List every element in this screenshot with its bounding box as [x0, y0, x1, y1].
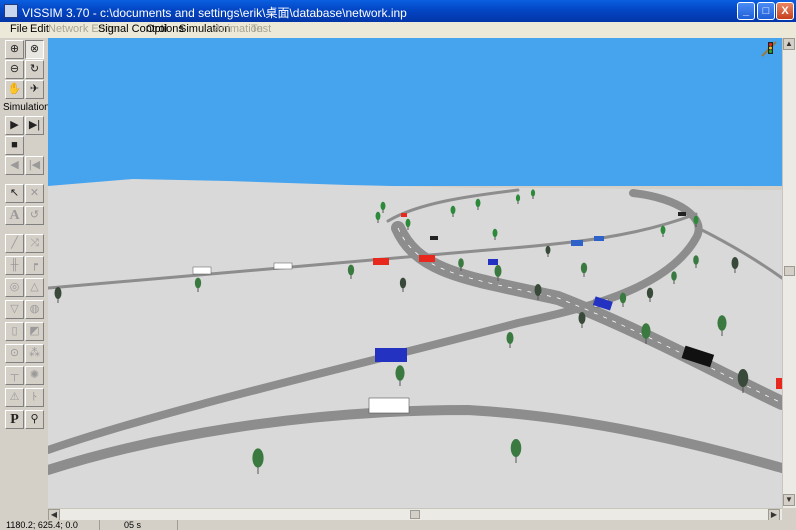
- vehicle-red-small: [401, 213, 407, 217]
- pan-hand-icon[interactable]: ✋: [5, 80, 24, 99]
- priority-rule-icon[interactable]: ◎: [5, 278, 24, 297]
- transit-line-icon[interactable]: ◩: [25, 322, 44, 341]
- title-bar: VISSIM 3.70 - c:\documents and settings\…: [0, 0, 796, 22]
- window-title: VISSIM 3.70 - c:\documents and settings\…: [22, 6, 407, 20]
- yield-icon[interactable]: ▽: [5, 300, 24, 319]
- horizontal-scrollbar[interactable]: ◀ ▶: [48, 508, 782, 521]
- horizontal-scroll-thumb[interactable]: [410, 510, 420, 519]
- travel-time-icon[interactable]: ✺: [25, 366, 44, 385]
- detector-icon[interactable]: ┍: [25, 256, 44, 275]
- rotate-view-icon[interactable]: ↻: [25, 60, 44, 79]
- vehicle-blue-bus: [375, 348, 407, 362]
- vehicle-blue-truck-2: [594, 236, 604, 241]
- route-decision-icon[interactable]: ⤨: [25, 234, 44, 253]
- parking-lot-icon[interactable]: P: [5, 410, 24, 429]
- transit-stop-icon[interactable]: ▯: [5, 322, 24, 341]
- status-sim-time: 05 s: [118, 520, 178, 530]
- vehicle-blue-car: [488, 259, 498, 265]
- queue-counter-icon[interactable]: ┬: [5, 366, 24, 385]
- fly-view-icon[interactable]: ✈: [25, 80, 44, 99]
- maximize-button[interactable]: □: [757, 2, 775, 20]
- left-toolbar: ⊕ ⊗ ⊖ ↻ ✋ ✈ Simulation ▶ ▶| ■ ◀ |◀ ↖ ✕ A…: [0, 38, 50, 508]
- stop-icon[interactable]: ■: [5, 136, 24, 155]
- rewind-icon[interactable]: ◀: [5, 156, 24, 175]
- scene-canvas[interactable]: [48, 38, 782, 508]
- menu-file[interactable]: File: [10, 23, 28, 35]
- sky: [48, 38, 782, 186]
- menu-edit[interactable]: Edit: [30, 23, 49, 35]
- vehicle-dark-far: [678, 212, 686, 216]
- menu-test[interactable]: Test: [251, 23, 271, 35]
- signal-head-icon[interactable]: ╫: [5, 256, 24, 275]
- zoom-window-icon[interactable]: ⊗: [25, 40, 44, 59]
- select-pointer-icon[interactable]: ↖: [5, 184, 24, 203]
- minimize-button[interactable]: _: [737, 2, 755, 20]
- status-bar: 1180.2; 625.4; 0.0 05 s: [0, 520, 796, 530]
- speed-zone-icon[interactable]: ◍: [25, 300, 44, 319]
- scroll-up-icon[interactable]: ▲: [783, 38, 795, 50]
- vehicle-white-truck: [273, 262, 293, 270]
- routing-icon[interactable]: ↺: [25, 206, 44, 225]
- play-icon[interactable]: ▶: [5, 116, 24, 135]
- evaluation-icon[interactable]: ⁂: [25, 344, 44, 363]
- scroll-down-icon[interactable]: ▼: [783, 494, 795, 506]
- close-button[interactable]: X: [776, 2, 794, 20]
- links-icon[interactable]: ✕: [25, 184, 44, 203]
- vehicle-red-truck-2: [419, 255, 435, 262]
- network-3d-view[interactable]: [48, 38, 782, 508]
- step-forward-icon[interactable]: ▶|: [25, 116, 44, 135]
- vehicle-dark-small: [430, 236, 438, 240]
- app-icon: [4, 4, 18, 18]
- zoom-in-icon[interactable]: ⊕: [5, 40, 24, 59]
- status-coordinates: 1180.2; 625.4; 0.0: [0, 520, 100, 530]
- pedestrian-icon[interactable]: ﾄ: [25, 388, 44, 407]
- stop-sign-icon[interactable]: △: [25, 278, 44, 297]
- vehicle-white-bus-large: [368, 397, 410, 414]
- vertical-scroll-thumb[interactable]: [784, 266, 795, 276]
- text-tool-icon[interactable]: A: [5, 206, 24, 225]
- step-back-icon[interactable]: |◀: [25, 156, 44, 175]
- vehicle-blue-truck: [571, 240, 583, 246]
- signal-control-icon[interactable]: [760, 40, 780, 58]
- node-icon[interactable]: ⊙: [5, 344, 24, 363]
- vehicle-red-truck: [373, 258, 389, 265]
- zoom-out-icon[interactable]: ⊖: [5, 60, 24, 79]
- warning-icon[interactable]: ⚠: [5, 388, 24, 407]
- vertical-scrollbar[interactable]: ▲ ▼: [782, 38, 796, 508]
- menu-bar: File Edit Network Editor Signal Control …: [0, 22, 796, 38]
- vehicle-white-bus: [192, 266, 212, 275]
- measure-icon[interactable]: ⚲: [25, 410, 44, 429]
- simulation-label: Simulation: [3, 102, 50, 113]
- vehicle-input-icon[interactable]: ╱: [5, 234, 24, 253]
- vissim-window: VISSIM 3.70 - c:\documents and settings\…: [0, 0, 796, 530]
